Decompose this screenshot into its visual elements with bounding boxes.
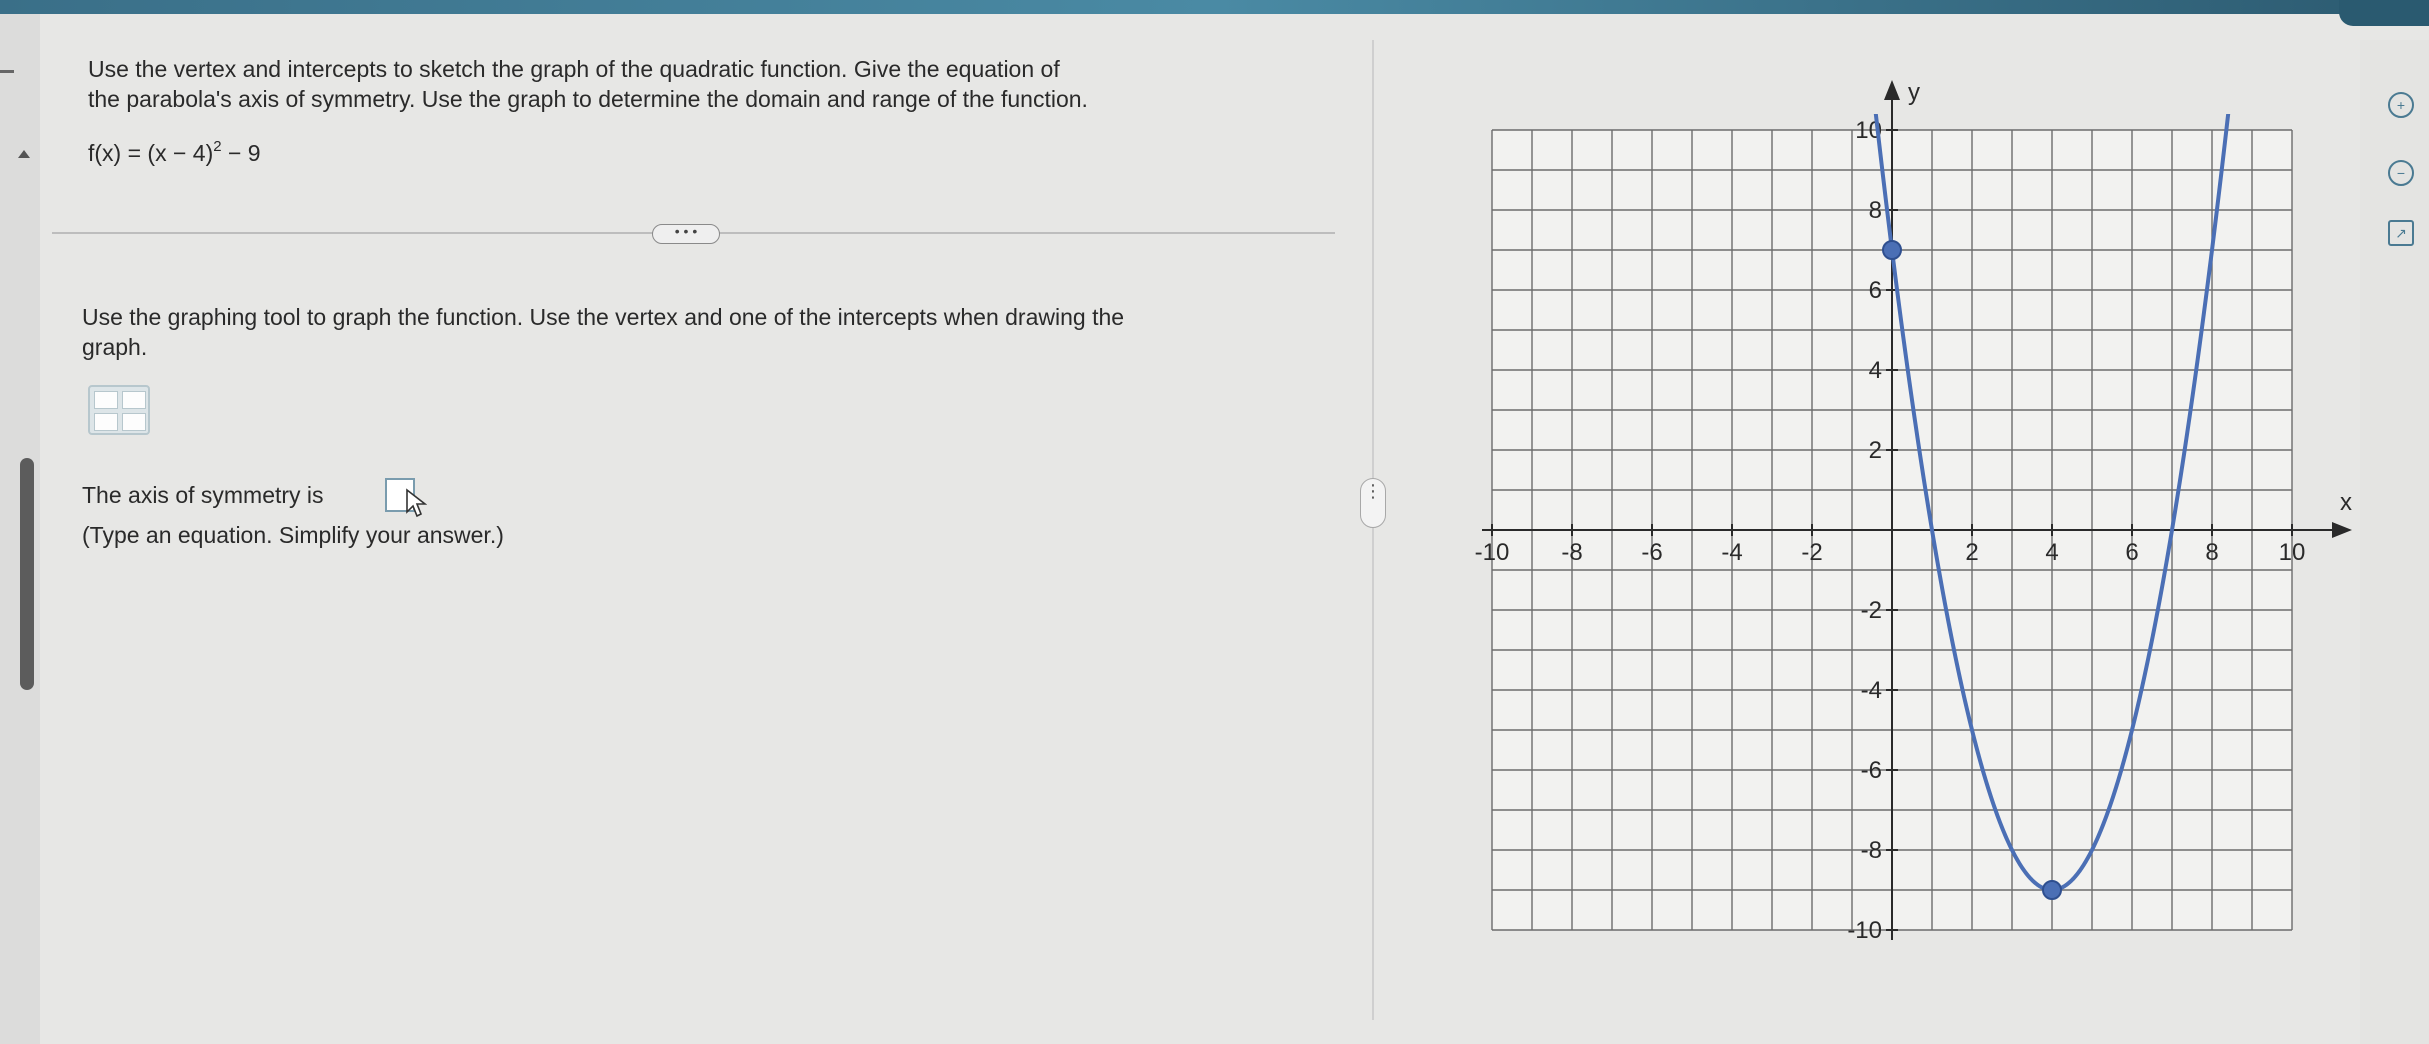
y-axis-arrow bbox=[1884, 80, 1900, 100]
graph-tool-icon[interactable] bbox=[88, 385, 150, 435]
x-tick-label: 8 bbox=[2205, 539, 2218, 566]
y-tick-label: -2 bbox=[1861, 597, 1882, 624]
x-tick-label: 4 bbox=[2045, 539, 2058, 566]
panel-divider bbox=[1372, 40, 1374, 1020]
x-tick-label: -4 bbox=[1721, 539, 1742, 566]
more-options-button[interactable]: • • • bbox=[652, 224, 720, 244]
question-prompt-line2: the parabola's axis of symmetry. Use the… bbox=[88, 86, 1088, 112]
x-tick-label: -10 bbox=[1475, 539, 1510, 566]
x-tick-label: -6 bbox=[1641, 539, 1662, 566]
answer-hint: (Type an equation. Simplify your answer.… bbox=[82, 522, 504, 548]
x-axis-label: x bbox=[2340, 489, 2352, 516]
triangle-up-icon[interactable] bbox=[18, 150, 30, 158]
graph-tool-cell bbox=[94, 413, 118, 431]
expand-icon[interactable]: ↗ bbox=[2388, 220, 2414, 246]
x-tick-label: -8 bbox=[1561, 539, 1582, 566]
instruction-line1: Use the graphing tool to graph the funct… bbox=[82, 304, 1125, 330]
y-tick-label: -6 bbox=[1861, 757, 1882, 784]
collapse-icon[interactable] bbox=[0, 70, 14, 73]
top-banner bbox=[0, 0, 2429, 14]
x-axis-arrow bbox=[2332, 522, 2352, 538]
top-banner-corner bbox=[2339, 0, 2429, 26]
function-exponent: 2 bbox=[213, 138, 222, 155]
y-tick-label: -4 bbox=[1861, 677, 1882, 704]
x-tick-label: -2 bbox=[1801, 539, 1822, 566]
plotted-point[interactable] bbox=[1882, 240, 1902, 260]
function-prefix: f(x) = (x − 4) bbox=[88, 140, 214, 166]
y-tick-label: 4 bbox=[1869, 357, 1882, 384]
graph-area[interactable]: xy -10 -8 -6 -4 -2 2 4 6 8 10108642-2-4-6-8-10 bbox=[1440, 78, 2380, 998]
y-tick-label: -10 bbox=[1847, 917, 1882, 944]
graph-tool-cell bbox=[94, 391, 118, 409]
y-tick-label: -8 bbox=[1861, 837, 1882, 864]
x-tick-label: 10 bbox=[2279, 539, 2306, 566]
axis-of-symmetry-label: The axis of symmetry is bbox=[82, 482, 324, 508]
instruction-line2: graph. bbox=[82, 334, 148, 360]
zoom-out-icon[interactable]: − bbox=[2388, 160, 2414, 186]
question-prompt-line1: Use the vertex and intercepts to sketch … bbox=[88, 56, 1060, 82]
panel-resize-handle[interactable]: ⋮ bbox=[1360, 478, 1386, 528]
y-tick-label: 6 bbox=[1869, 277, 1882, 304]
graph-tool-cell bbox=[122, 413, 146, 431]
scrollbar-thumb[interactable] bbox=[20, 458, 34, 690]
plotted-point[interactable] bbox=[2042, 880, 2062, 900]
graph-tool-cell bbox=[122, 391, 146, 409]
zoom-in-icon[interactable]: + bbox=[2388, 92, 2414, 118]
function-equation: f(x) = (x − 4)2 − 9 bbox=[88, 138, 261, 168]
function-suffix: − 9 bbox=[221, 140, 261, 166]
y-tick-label: 8 bbox=[1869, 197, 1882, 224]
x-tick-label: 6 bbox=[2125, 539, 2138, 566]
y-tick-label: 2 bbox=[1869, 437, 1882, 464]
mouse-cursor-icon bbox=[406, 488, 427, 518]
x-tick-label: 2 bbox=[1965, 539, 1978, 566]
y-axis-label: y bbox=[1908, 79, 1920, 106]
